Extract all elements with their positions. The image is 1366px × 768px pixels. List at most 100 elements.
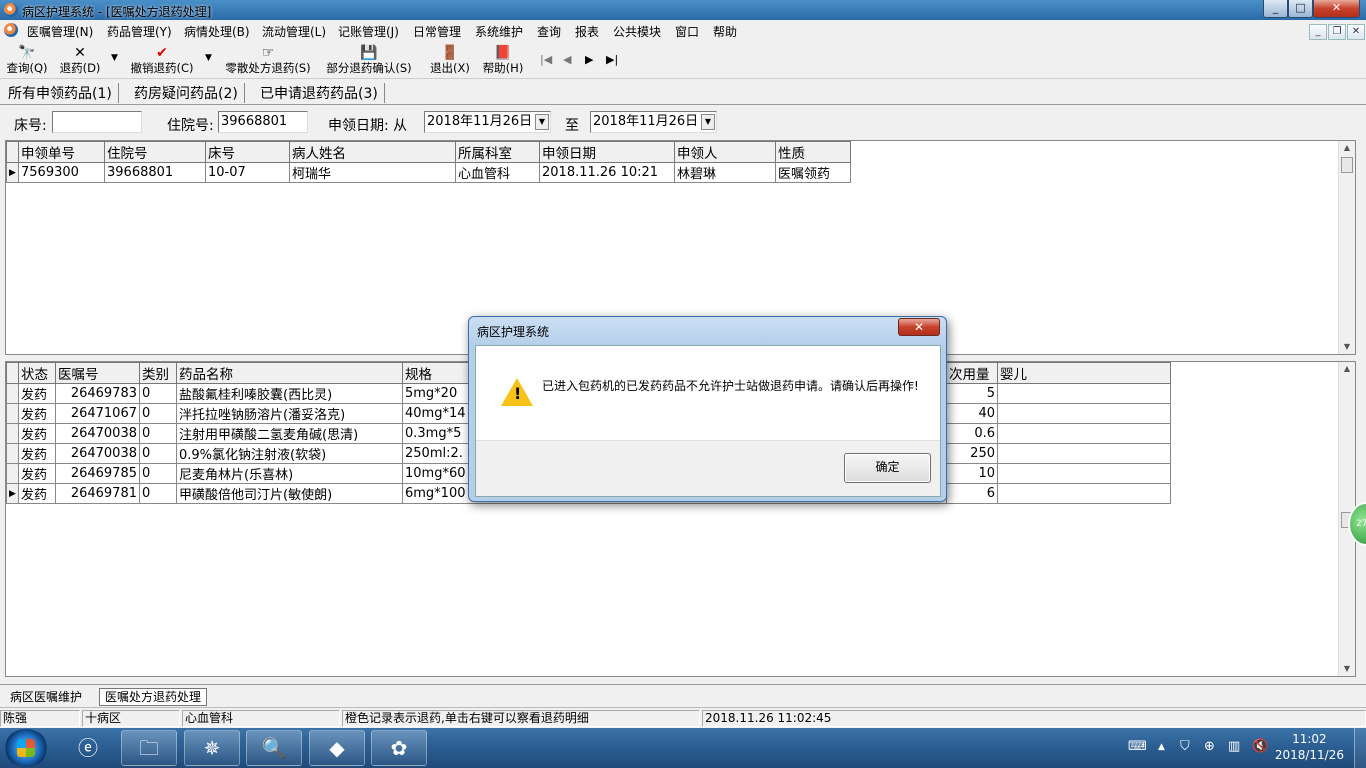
- doc-tab-ward-orders[interactable]: 病区医嘱维护: [4, 688, 88, 706]
- tab-all-requested[interactable]: 所有申领药品(1): [8, 83, 119, 103]
- status-ward: 十病区: [82, 710, 180, 727]
- menu-system[interactable]: 系统维护: [475, 23, 523, 40]
- shield-icon[interactable]: ⛉: [1180, 739, 1190, 754]
- cancel-return-button[interactable]: ✔ 撤销退药(C): [128, 45, 196, 79]
- col-category[interactable]: 类别: [139, 362, 177, 384]
- inpatient-label: 住院号:: [167, 118, 214, 134]
- scroll-down-icon[interactable]: ▼: [1339, 340, 1355, 354]
- menu-billing[interactable]: 记账管理(J): [338, 23, 399, 40]
- col-drug-name[interactable]: 药品名称: [176, 362, 403, 384]
- status-bar: 陈强 十病区 心血管科 橙色记录表示退药,单击右键可以察看退药明细 2018.1…: [0, 707, 1366, 728]
- col-baby[interactable]: 婴儿: [997, 362, 1171, 384]
- bed-input[interactable]: [52, 111, 142, 133]
- dialog-close-button[interactable]: ✕: [898, 318, 940, 336]
- tray-expand-icon[interactable]: ▲: [1158, 742, 1165, 752]
- sql-icon[interactable]: 🔍: [246, 730, 302, 766]
- cancel-dropdown-arrow[interactable]: ▼: [205, 53, 212, 63]
- col-order-no[interactable]: 医嘱号: [55, 362, 140, 384]
- doc-tab-return-processing[interactable]: 医嘱处方退药处理: [99, 688, 208, 706]
- chevron-down-icon[interactable]: ▼: [701, 114, 715, 130]
- upper-scrollbar[interactable]: ▲ ▼: [1338, 141, 1355, 354]
- return-drug-button[interactable]: ✕ 退药(D): [57, 45, 103, 79]
- col-status[interactable]: 状态: [18, 362, 56, 384]
- window-title-bar: 病区护理系统 - [医嘱处方退药处理] _ □ ✕: [0, 0, 1366, 20]
- table-row[interactable]: ▶ 7569300 39668801 10-07 柯瑞华 心血管科 2018.1…: [6, 162, 851, 183]
- mdi-restore-button[interactable]: ❐: [1328, 24, 1346, 40]
- menu-public[interactable]: 公共模块: [613, 23, 661, 40]
- tab-pharmacy-questions[interactable]: 药房疑问药品(2): [134, 83, 245, 103]
- scroll-thumb[interactable]: [1341, 157, 1353, 173]
- start-button[interactable]: [4, 729, 48, 767]
- plus-circle-icon[interactable]: ⊕: [1204, 739, 1215, 754]
- first-record-icon[interactable]: |◀: [540, 53, 552, 66]
- last-record-icon[interactable]: ▶|: [606, 53, 618, 66]
- keyboard-icon[interactable]: ⌨: [1128, 739, 1147, 754]
- windows-logo-icon: [17, 739, 35, 757]
- scroll-up-icon[interactable]: ▲: [1339, 141, 1355, 155]
- show-desktop-button[interactable]: [1354, 728, 1366, 768]
- col-request-date[interactable]: 申领日期: [539, 141, 675, 163]
- help-button[interactable]: 📕 帮助(H): [480, 45, 526, 79]
- date-to-picker[interactable]: 2018年11月26日 ▼: [590, 111, 717, 133]
- date-from-label: 申领日期: 从: [328, 118, 408, 134]
- maximize-button[interactable]: □: [1288, 0, 1313, 18]
- close-button[interactable]: ✕: [1313, 0, 1360, 18]
- return-dropdown-arrow[interactable]: ▼: [111, 53, 118, 63]
- status-user: 陈强: [0, 710, 80, 727]
- col-nature[interactable]: 性质: [775, 141, 851, 163]
- exit-button[interactable]: 🚪 退出(X): [428, 45, 472, 79]
- col-dose[interactable]: 次用量: [946, 362, 998, 384]
- chevron-down-icon[interactable]: ▼: [535, 114, 549, 130]
- date-to-label: 至: [565, 118, 579, 134]
- partial-confirm-button[interactable]: 💾 部分退药确认(S): [323, 45, 415, 79]
- col-inpatient-no[interactable]: 住院号: [104, 141, 206, 163]
- folder-icon[interactable]: 🗀: [121, 730, 177, 766]
- mdi-app-icon[interactable]: [4, 23, 18, 37]
- scroll-up-icon[interactable]: ▲: [1339, 362, 1355, 376]
- minimize-button[interactable]: _: [1263, 0, 1288, 18]
- network-icon[interactable]: ▥: [1228, 739, 1240, 754]
- mdi-close-button[interactable]: ✕: [1347, 24, 1365, 40]
- menu-flow[interactable]: 流动管理(L): [262, 23, 326, 40]
- tab-returned-requests[interactable]: 已申请退药药品(3): [260, 83, 385, 103]
- requisition-table: 申领单号 住院号 床号 病人姓名 所属科室 申领日期 申领人 性质 ▶ 7569…: [6, 141, 851, 183]
- compass-icon[interactable]: ✵: [184, 730, 240, 766]
- menu-drugs[interactable]: 药品管理(Y): [107, 23, 172, 40]
- menu-help[interactable]: 帮助: [713, 23, 737, 40]
- mdi-minimize-button[interactable]: _: [1309, 24, 1327, 40]
- binoculars-icon: 🔭: [18, 45, 36, 61]
- checkmark-icon: ✔: [156, 45, 168, 61]
- menu-bar: 医嘱管理(N) 药品管理(Y) 病情处理(B) 流动管理(L) 记账管理(J) …: [0, 20, 1366, 42]
- window-title: 病区护理系统 - [医嘱处方退药处理]: [22, 5, 212, 19]
- menu-orders[interactable]: 医嘱管理(N): [27, 23, 93, 40]
- inpatient-input[interactable]: 39668801: [218, 111, 308, 133]
- scroll-down-icon[interactable]: ▼: [1339, 662, 1355, 676]
- help-book-icon: 📕: [494, 45, 512, 61]
- next-record-icon[interactable]: ▶: [585, 53, 593, 66]
- menu-window[interactable]: 窗口: [675, 23, 699, 40]
- yellow-app-icon[interactable]: ◆: [309, 730, 365, 766]
- menu-report[interactable]: 报表: [575, 23, 599, 40]
- ok-button[interactable]: 确定: [844, 453, 931, 483]
- ie-icon[interactable]: ⓔ: [60, 730, 116, 766]
- table-header-row: 申领单号 住院号 床号 病人姓名 所属科室 申领日期 申领人 性质: [6, 141, 851, 163]
- col-department[interactable]: 所属科室: [455, 141, 540, 163]
- green-app-icon[interactable]: ✿: [371, 730, 427, 766]
- dialog-footer: 确定: [476, 440, 940, 496]
- document-tabs: 病区医嘱维护 医嘱处方退药处理: [0, 684, 1366, 706]
- bed-label: 床号:: [14, 118, 47, 134]
- menu-condition[interactable]: 病情处理(B): [184, 23, 250, 40]
- menu-query[interactable]: 查询: [537, 23, 561, 40]
- menu-daily[interactable]: 日常管理: [413, 23, 461, 40]
- col-patient-name[interactable]: 病人姓名: [289, 141, 456, 163]
- system-clock[interactable]: 11:02 2018/11/26: [1275, 731, 1344, 763]
- date-from-picker[interactable]: 2018年11月26日 ▼: [424, 111, 551, 133]
- speaker-muted-icon[interactable]: 🔇: [1252, 739, 1268, 754]
- scatter-return-button[interactable]: ☞ 零散处方退药(S): [222, 45, 314, 79]
- col-requisition-no[interactable]: 申领单号: [18, 141, 105, 163]
- query-button[interactable]: 🔭 查询(Q): [5, 45, 49, 79]
- prev-record-icon[interactable]: ◀: [563, 53, 571, 66]
- col-bed[interactable]: 床号: [205, 141, 290, 163]
- col-requester[interactable]: 申领人: [674, 141, 776, 163]
- app-logo-icon: [4, 3, 18, 17]
